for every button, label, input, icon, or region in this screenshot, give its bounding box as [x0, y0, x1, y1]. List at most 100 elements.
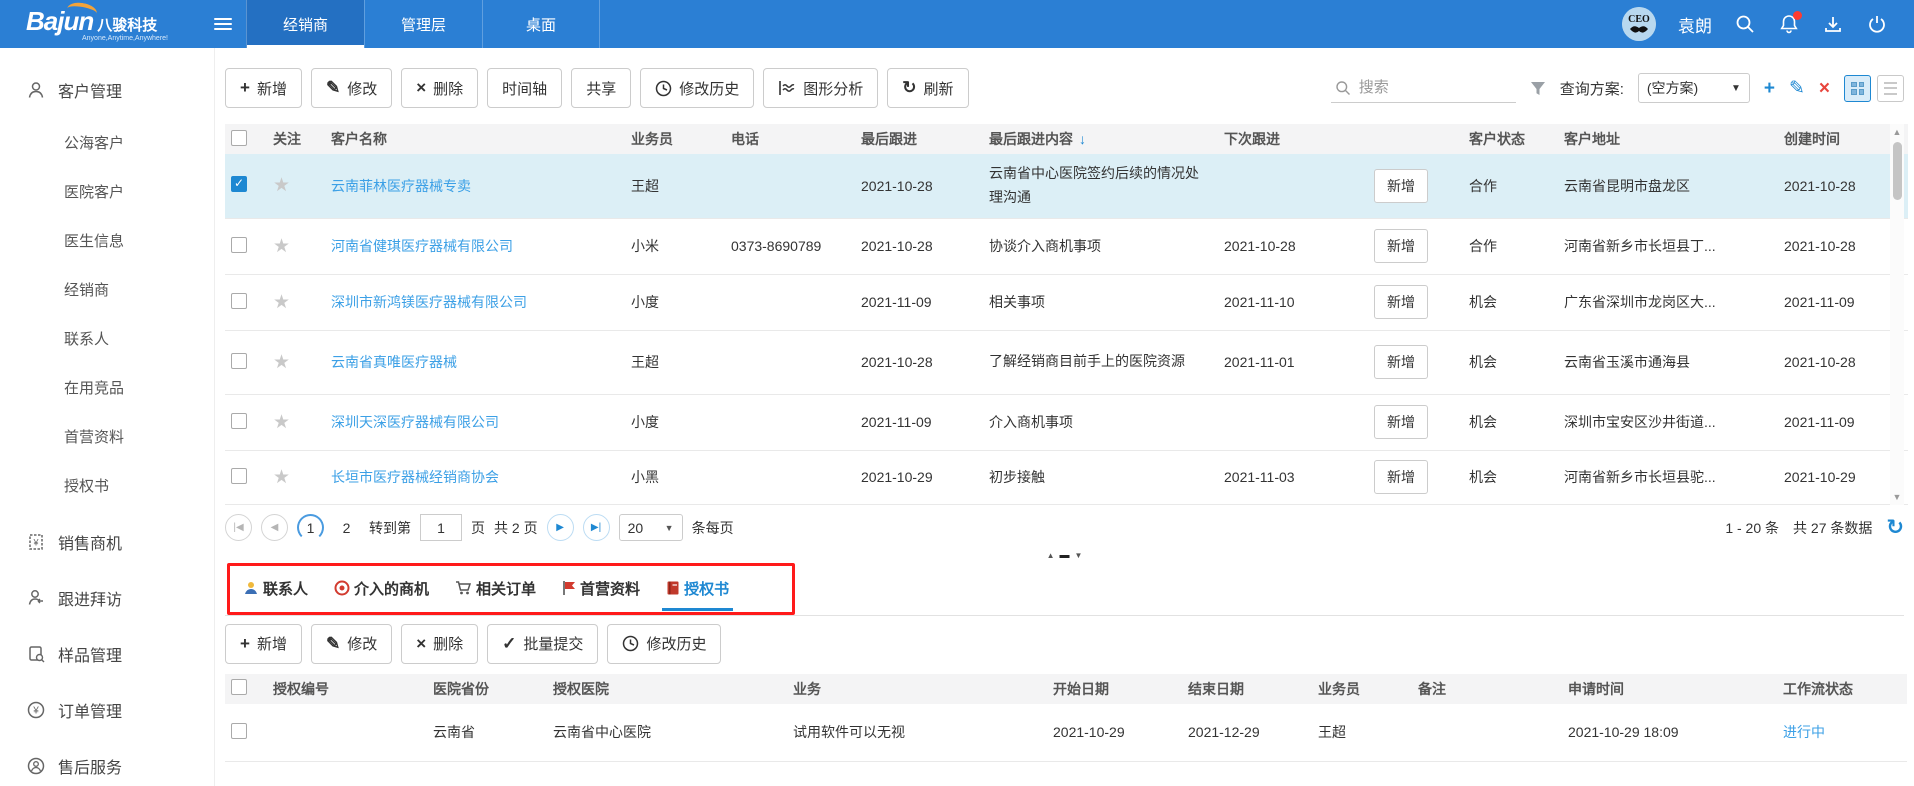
tab-distributor[interactable]: 经销商 [246, 0, 364, 48]
history-button[interactable]: 修改历史 [640, 68, 754, 108]
table-row[interactable]: ★ 河南省健琪医疗器械有限公司 小米 0373-8690789 2021-10-… [225, 218, 1908, 274]
star-icon[interactable]: ★ [273, 467, 290, 488]
share-button[interactable]: 共享 [571, 68, 631, 108]
collapse-up-icon[interactable]: ▲ [1047, 551, 1055, 560]
row-add-button[interactable]: 新增 [1374, 229, 1428, 263]
row-add-button[interactable]: 新增 [1374, 345, 1428, 379]
star-icon[interactable]: ★ [273, 236, 290, 257]
delete-button[interactable]: ×删除 [401, 68, 478, 108]
header-customer-name[interactable]: 客户名称 [325, 124, 625, 154]
row-add-button[interactable]: 新增 [1374, 169, 1428, 203]
sidebar-item-distributors[interactable]: 经销商 [0, 265, 214, 314]
table-row[interactable]: ★ 深圳天深医疗器械有限公司 小度 2021-11-09 介入商机事项 新增 机… [225, 394, 1908, 450]
collapse-down-icon[interactable]: ▼ [1075, 551, 1083, 560]
auth-header-business[interactable]: 业务 [787, 674, 1047, 704]
refresh-list-icon[interactable]: ↻ [1886, 515, 1904, 540]
first-page-button[interactable]: |◀ [225, 514, 252, 541]
table-row[interactable]: 云南省 云南省中心医院 试用软件可以无视 2021-10-29 2021-12-… [225, 704, 1907, 762]
workflow-status-link[interactable]: 进行中 [1783, 724, 1825, 740]
auth-header-end[interactable]: 结束日期 [1182, 674, 1312, 704]
header-next-follow[interactable]: 下次跟进 [1218, 124, 1368, 154]
star-icon[interactable]: ★ [273, 292, 290, 313]
row-checkbox[interactable] [231, 353, 247, 369]
tab-opportunities[interactable]: 介入的商机 [334, 563, 429, 613]
tab-authorization[interactable]: 授权书 [666, 563, 729, 613]
page-number-current[interactable]: 1 [297, 514, 324, 541]
auth-header-workflow-status[interactable]: 工作流状态 [1777, 674, 1907, 704]
star-icon[interactable]: ★ [273, 412, 290, 433]
auth-header-apply-time[interactable]: 申请时间 [1562, 674, 1777, 704]
sidebar-item-after-sales-service[interactable]: 售后服务 [0, 738, 214, 786]
auth-header-select-all[interactable] [225, 674, 267, 704]
sidebar-item-order-management[interactable]: ¥ 订单管理 [0, 682, 214, 738]
add-query-plan-icon[interactable]: + [1764, 79, 1775, 98]
list-view-toggle[interactable] [1877, 75, 1904, 102]
power-icon[interactable] [1866, 13, 1888, 35]
sidebar-item-first-camp-data[interactable]: 首营资料 [0, 412, 214, 461]
sidebar-item-customer-management[interactable]: 客户管理 [0, 62, 214, 118]
auth-header-rep[interactable]: 业务员 [1312, 674, 1412, 704]
timeline-button[interactable]: 时间轴 [487, 68, 562, 108]
notifications-bell-icon[interactable] [1778, 13, 1800, 35]
sidebar-item-sales-opportunities[interactable]: ¥ 销售商机 [0, 514, 214, 570]
row-checkbox[interactable] [231, 468, 247, 484]
header-created[interactable]: 创建时间 [1778, 124, 1908, 154]
menu-toggle-icon[interactable] [200, 0, 246, 48]
next-page-button[interactable]: ▶ [547, 514, 574, 541]
auth-edit-button[interactable]: ✎修改 [311, 624, 392, 664]
row-checkbox[interactable] [231, 237, 247, 253]
edit-query-plan-icon[interactable]: ✎ [1789, 79, 1805, 98]
auth-header-province[interactable]: 医院省份 [427, 674, 547, 704]
table-row[interactable]: ★ 云南菲林医疗器械专卖 王超 2021-10-28 云南省中心医院签约后续的情… [225, 154, 1908, 218]
header-last-follow[interactable]: 最后跟进 [855, 124, 983, 154]
table-row[interactable]: ★ 云南省真唯医疗器械 王超 2021-10-28 了解经销商目前手上的医院资源… [225, 330, 1908, 394]
customer-link[interactable]: 深圳市新鸿镁医疗器械有限公司 [331, 294, 527, 310]
batch-submit-button[interactable]: ✓批量提交 [487, 624, 598, 664]
customer-link[interactable]: 云南菲林医疗器械专卖 [331, 178, 471, 194]
search-input[interactable] [1359, 79, 1499, 96]
auth-history-button[interactable]: 修改历史 [607, 624, 721, 664]
user-name[interactable]: 袁朗 [1678, 12, 1712, 37]
page-size-select[interactable]: 20 ▼ [619, 514, 683, 541]
sidebar-item-sample-management[interactable]: 样品管理 [0, 626, 214, 682]
row-checkbox[interactable] [231, 723, 247, 739]
table-row[interactable]: ★ 长垣市医疗器械经销商协会 小黑 2021-10-29 初步接触 2021-1… [225, 450, 1908, 504]
customer-link[interactable]: 深圳天深医疗器械有限公司 [331, 414, 499, 430]
auth-header-remark[interactable]: 备注 [1412, 674, 1562, 704]
auth-add-button[interactable]: +新增 [225, 624, 302, 664]
sidebar-item-hospital-customers[interactable]: 医院客户 [0, 167, 214, 216]
avatar[interactable]: CEO [1622, 7, 1656, 41]
download-icon[interactable] [1822, 13, 1844, 35]
row-add-button[interactable]: 新增 [1374, 460, 1428, 494]
customer-link[interactable]: 长垣市医疗器械经销商协会 [331, 469, 499, 485]
sidebar-item-authorization[interactable]: 授权书 [0, 461, 214, 510]
panel-splitter[interactable]: ▲ ▬ ▼ [225, 549, 1904, 562]
prev-page-button[interactable]: ◀ [261, 514, 288, 541]
tab-desktop[interactable]: 桌面 [482, 0, 600, 48]
refresh-button[interactable]: ↻刷新 [887, 68, 968, 108]
filter-icon[interactable] [1530, 81, 1546, 96]
header-last-follow-content[interactable]: 最后跟进内容↓ [983, 124, 1218, 154]
table-row[interactable]: ★ 深圳市新鸿镁医疗器械有限公司 小度 2021-11-09 相关事项 2021… [225, 274, 1908, 330]
scroll-up-icon[interactable]: ▲ [1893, 124, 1902, 140]
tab-first-camp-data[interactable]: 首营资料 [562, 563, 640, 613]
star-icon[interactable]: ★ [273, 175, 290, 196]
row-checkbox[interactable] [231, 176, 247, 192]
auth-delete-button[interactable]: ×删除 [401, 624, 478, 664]
add-button[interactable]: +新增 [225, 68, 302, 108]
row-checkbox[interactable] [231, 293, 247, 309]
auth-header-hospital[interactable]: 授权医院 [547, 674, 787, 704]
sidebar-item-follow-up-visits[interactable]: 跟进拜访 [0, 570, 214, 626]
row-add-button[interactable]: 新增 [1374, 405, 1428, 439]
sidebar-item-contacts[interactable]: 联系人 [0, 314, 214, 363]
goto-page-input[interactable] [420, 514, 462, 541]
search-icon[interactable] [1734, 13, 1756, 35]
sidebar-item-competing-products[interactable]: 在用竞品 [0, 363, 214, 412]
last-page-button[interactable]: ▶| [583, 514, 610, 541]
header-phone[interactable]: 电话 [725, 124, 855, 154]
row-checkbox[interactable] [231, 413, 247, 429]
auth-header-start[interactable]: 开始日期 [1047, 674, 1182, 704]
tab-related-orders[interactable]: 相关订单 [455, 563, 536, 613]
query-plan-select[interactable]: (空方案) ▼ [1638, 73, 1750, 103]
star-icon[interactable]: ★ [273, 352, 290, 373]
